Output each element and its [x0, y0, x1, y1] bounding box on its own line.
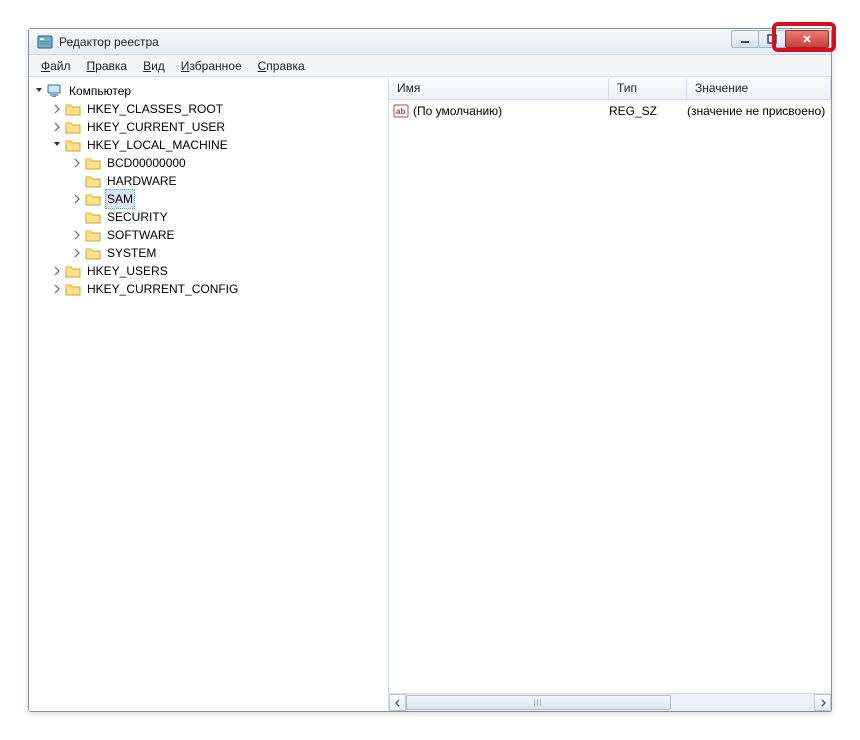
window-title: Редактор реестра [59, 35, 159, 49]
svg-text:ab: ab [396, 107, 405, 116]
window-controls [732, 30, 829, 48]
registry-editor-window: Редактор реестра Файл Правка Вид Избранн… [28, 28, 832, 712]
tree-label: BCD00000000 [105, 154, 188, 172]
tree-label: HARDWARE [105, 172, 179, 190]
folder-icon [65, 101, 81, 117]
folder-icon [85, 191, 101, 207]
folder-icon [85, 209, 101, 225]
folder-icon [85, 155, 101, 171]
expand-icon[interactable] [71, 157, 83, 169]
expand-icon[interactable] [51, 283, 63, 295]
folder-icon [65, 281, 81, 297]
list-header: Имя Тип Значение [389, 78, 831, 100]
scroll-thumb[interactable] [406, 695, 671, 710]
expand-icon[interactable] [71, 193, 83, 205]
tree-label-selected: SAM [105, 189, 135, 209]
titlebar[interactable]: Редактор реестра [29, 29, 831, 55]
value-type: REG_SZ [609, 104, 687, 118]
scroll-track[interactable] [406, 694, 814, 711]
horizontal-scrollbar[interactable] [389, 693, 831, 711]
content-area: Компьютер HKEY_CLASSES_ROOT HKEY_CURRENT… [29, 77, 831, 711]
tree-node-security[interactable]: SECURITY [31, 208, 386, 226]
values-pane: Имя Тип Значение ab (По умолчанию) REG_S… [389, 78, 831, 711]
tree-node-hardware[interactable]: HARDWARE [31, 172, 386, 190]
folder-icon [85, 245, 101, 261]
expand-icon[interactable] [51, 103, 63, 115]
collapse-icon[interactable] [33, 85, 45, 97]
tree-label: Компьютер [67, 82, 133, 100]
expand-icon[interactable] [51, 121, 63, 133]
tree-label: HKEY_USERS [85, 262, 170, 280]
folder-icon [65, 137, 81, 153]
menu-file[interactable]: Файл [33, 57, 79, 75]
folder-icon [85, 173, 101, 189]
regedit-app-icon [37, 34, 53, 50]
tree-node-software[interactable]: SOFTWARE [31, 226, 386, 244]
tree-node-hkcr[interactable]: HKEY_CLASSES_ROOT [31, 100, 386, 118]
list-row[interactable]: ab (По умолчанию) REG_SZ (значение не пр… [389, 102, 831, 120]
tree-node-hklm[interactable]: HKEY_LOCAL_MACHINE [31, 136, 386, 154]
menu-view[interactable]: Вид [135, 57, 173, 75]
tree-label: SYSTEM [105, 244, 158, 262]
tree-label: HKEY_CLASSES_ROOT [85, 100, 225, 118]
column-header-value[interactable]: Значение [687, 78, 831, 99]
tree-node-hkcc[interactable]: HKEY_CURRENT_CONFIG [31, 280, 386, 298]
menu-favorites[interactable]: Избранное [173, 57, 250, 75]
values-list[interactable]: ab (По умолчанию) REG_SZ (значение не пр… [389, 100, 831, 693]
menu-help[interactable]: Справка [250, 57, 313, 75]
tree-node-sam[interactable]: SAM [31, 190, 386, 208]
tree-label: SOFTWARE [105, 226, 177, 244]
tree-label: SECURITY [105, 208, 170, 226]
tree-node-hkcu[interactable]: HKEY_CURRENT_USER [31, 118, 386, 136]
tree-label: HKEY_LOCAL_MACHINE [85, 136, 230, 154]
minimize-button[interactable] [731, 30, 759, 48]
registry-tree[interactable]: Компьютер HKEY_CLASSES_ROOT HKEY_CURRENT… [29, 78, 389, 711]
expand-icon[interactable] [51, 265, 63, 277]
close-button[interactable] [785, 30, 829, 48]
folder-icon [85, 227, 101, 243]
expand-icon[interactable] [71, 229, 83, 241]
column-header-name[interactable]: Имя [389, 78, 609, 99]
tree-node-hku[interactable]: HKEY_USERS [31, 262, 386, 280]
folder-icon [65, 263, 81, 279]
scroll-right-button[interactable] [814, 694, 831, 711]
string-value-icon: ab [393, 103, 409, 119]
value-data: (значение не присвоено) [687, 104, 831, 118]
tree-node-computer[interactable]: Компьютер [31, 82, 386, 100]
expand-icon[interactable] [71, 247, 83, 259]
collapse-icon[interactable] [51, 139, 63, 151]
value-name: (По умолчанию) [413, 104, 609, 118]
computer-icon [47, 83, 63, 99]
menu-edit[interactable]: Правка [79, 57, 136, 75]
tree-label: HKEY_CURRENT_CONFIG [85, 280, 240, 298]
grip-icon [534, 699, 543, 706]
tree-label: HKEY_CURRENT_USER [85, 118, 227, 136]
tree-node-bcd[interactable]: BCD00000000 [31, 154, 386, 172]
tree-node-system[interactable]: SYSTEM [31, 244, 386, 262]
menubar: Файл Правка Вид Избранное Справка [29, 55, 831, 77]
scroll-left-button[interactable] [389, 694, 406, 711]
folder-icon [65, 119, 81, 135]
column-header-type[interactable]: Тип [609, 78, 687, 99]
maximize-button[interactable] [758, 30, 786, 48]
